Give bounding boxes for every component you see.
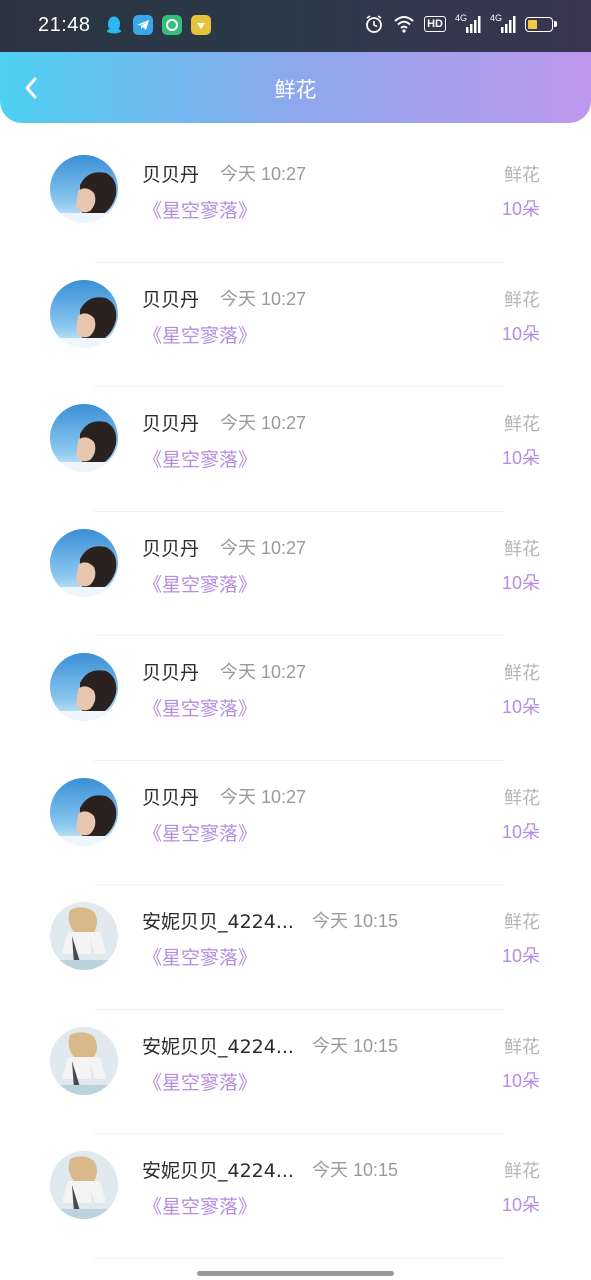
avatar[interactable] bbox=[50, 1151, 118, 1219]
gift-type: 鲜花 bbox=[504, 663, 540, 684]
list-item[interactable]: 安妮贝贝_4224... 今天 10:15 《星空寥落》 鲜花 10朵 bbox=[0, 1134, 591, 1259]
list-item[interactable]: 贝贝丹 今天 10:27 《星空寥落》 鲜花 10朵 bbox=[0, 387, 591, 512]
avatar[interactable] bbox=[50, 902, 118, 970]
wifi-icon bbox=[393, 15, 415, 33]
work-title[interactable]: 《星空寥落》 bbox=[143, 196, 257, 223]
gift-count: 10朵 bbox=[501, 697, 540, 717]
app-yellow-icon bbox=[191, 15, 211, 35]
list-item[interactable]: 安妮贝贝_4224... 今天 10:15 《星空寥落》 鲜花 10朵 bbox=[0, 885, 591, 1010]
qq-icon bbox=[104, 15, 124, 35]
user-name: 贝贝丹 bbox=[142, 164, 200, 186]
gift-time: 今天 10:27 bbox=[220, 413, 307, 433]
notification-icons bbox=[104, 15, 211, 35]
list-item[interactable]: 贝贝丹 今天 10:27 《星空寥落》 鲜花 10朵 bbox=[0, 761, 591, 885]
avatar[interactable] bbox=[50, 279, 118, 348]
hd-badge: HD bbox=[424, 16, 446, 32]
gift-time: 今天 10:27 bbox=[220, 164, 307, 184]
avatar[interactable] bbox=[50, 653, 118, 721]
user-name: 安妮贝贝_4224... bbox=[142, 1160, 294, 1182]
gift-count: 10朵 bbox=[501, 199, 540, 219]
user-name: 安妮贝贝_4224... bbox=[142, 1035, 294, 1058]
battery-icon bbox=[525, 16, 557, 32]
avatar[interactable] bbox=[50, 155, 118, 223]
gift-count: 10朵 bbox=[501, 946, 540, 966]
signal-icon-1: 4G bbox=[455, 13, 481, 34]
gift-time: 今天 10:27 bbox=[220, 786, 307, 807]
avatar[interactable] bbox=[50, 404, 118, 472]
gift-time: 今天 10:27 bbox=[220, 537, 307, 558]
work-title[interactable]: 《星空寥落》 bbox=[143, 819, 257, 846]
gift-time: 今天 10:27 bbox=[220, 288, 307, 309]
gift-time: 今天 10:27 bbox=[220, 662, 307, 682]
gift-type: 鲜花 bbox=[504, 1161, 540, 1182]
gift-count: 10朵 bbox=[501, 448, 540, 468]
work-title[interactable]: 《星空寥落》 bbox=[143, 445, 257, 472]
system-icons: HD 4G 4G bbox=[364, 13, 557, 34]
avatar[interactable] bbox=[50, 1026, 118, 1095]
user-name: 贝贝丹 bbox=[142, 537, 200, 560]
alarm-icon bbox=[364, 14, 384, 34]
page-title: 鲜花 bbox=[274, 78, 317, 102]
gift-type: 鲜花 bbox=[504, 289, 540, 311]
work-title[interactable]: 《星空寥落》 bbox=[143, 943, 257, 970]
list-item[interactable]: 贝贝丹 今天 10:27 《星空寥落》 鲜花 10朵 bbox=[0, 512, 591, 636]
gift-type: 鲜花 bbox=[504, 538, 540, 560]
gift-count: 10朵 bbox=[501, 1195, 540, 1215]
gift-type: 鲜花 bbox=[504, 787, 540, 809]
work-title[interactable]: 《星空寥落》 bbox=[143, 1068, 257, 1095]
user-name: 贝贝丹 bbox=[142, 786, 200, 809]
status-time: 21:48 bbox=[38, 14, 91, 36]
avatar[interactable] bbox=[50, 777, 118, 846]
user-name: 贝贝丹 bbox=[142, 662, 200, 684]
gift-time: 今天 10:15 bbox=[311, 911, 399, 931]
work-title[interactable]: 《星空寥落》 bbox=[143, 694, 257, 721]
list-item[interactable]: 贝贝丹 今天 10:27 《星空寥落》 鲜花 10朵 bbox=[0, 263, 591, 387]
home-indicator[interactable] bbox=[197, 1271, 394, 1276]
signal-icon-2: 4G bbox=[490, 13, 516, 34]
gift-count: 10朵 bbox=[501, 821, 540, 842]
list-item[interactable]: 贝贝丹 今天 10:27 《星空寥落》 鲜花 10朵 bbox=[0, 138, 591, 263]
battery-fill bbox=[528, 19, 537, 29]
user-name: 安妮贝贝_4224... bbox=[142, 911, 294, 933]
gift-type: 鲜花 bbox=[504, 414, 540, 435]
user-name: 贝贝丹 bbox=[142, 413, 200, 435]
divider bbox=[94, 1257, 503, 1259]
status-bar: 21:48 HD 4G 4G bbox=[0, 0, 591, 52]
gift-count: 10朵 bbox=[501, 572, 540, 593]
list-item[interactable]: 贝贝丹 今天 10:27 《星空寥落》 鲜花 10朵 bbox=[0, 636, 591, 761]
work-title[interactable]: 《星空寥落》 bbox=[143, 570, 257, 597]
work-title[interactable]: 《星空寥落》 bbox=[143, 321, 257, 348]
gift-time: 今天 10:15 bbox=[311, 1160, 399, 1180]
avatar[interactable] bbox=[50, 528, 118, 597]
gift-type: 鲜花 bbox=[504, 1036, 540, 1058]
app-green-icon bbox=[162, 15, 182, 35]
gift-count: 10朵 bbox=[501, 323, 540, 344]
gift-type: 鲜花 bbox=[504, 912, 540, 933]
user-name: 贝贝丹 bbox=[142, 288, 200, 311]
gift-time: 今天 10:15 bbox=[311, 1035, 399, 1056]
gift-type: 鲜花 bbox=[504, 165, 540, 186]
work-title[interactable]: 《星空寥落》 bbox=[143, 1192, 257, 1219]
header: 鲜花 bbox=[0, 52, 591, 123]
gift-list: 贝贝丹 今天 10:27 《星空寥落》 鲜花 10朵 贝贝丹 今天 10:27 … bbox=[0, 138, 591, 1259]
telegram-icon bbox=[133, 15, 153, 35]
gift-count: 10朵 bbox=[501, 1070, 540, 1091]
list-item[interactable]: 安妮贝贝_4224... 今天 10:15 《星空寥落》 鲜花 10朵 bbox=[0, 1010, 591, 1134]
